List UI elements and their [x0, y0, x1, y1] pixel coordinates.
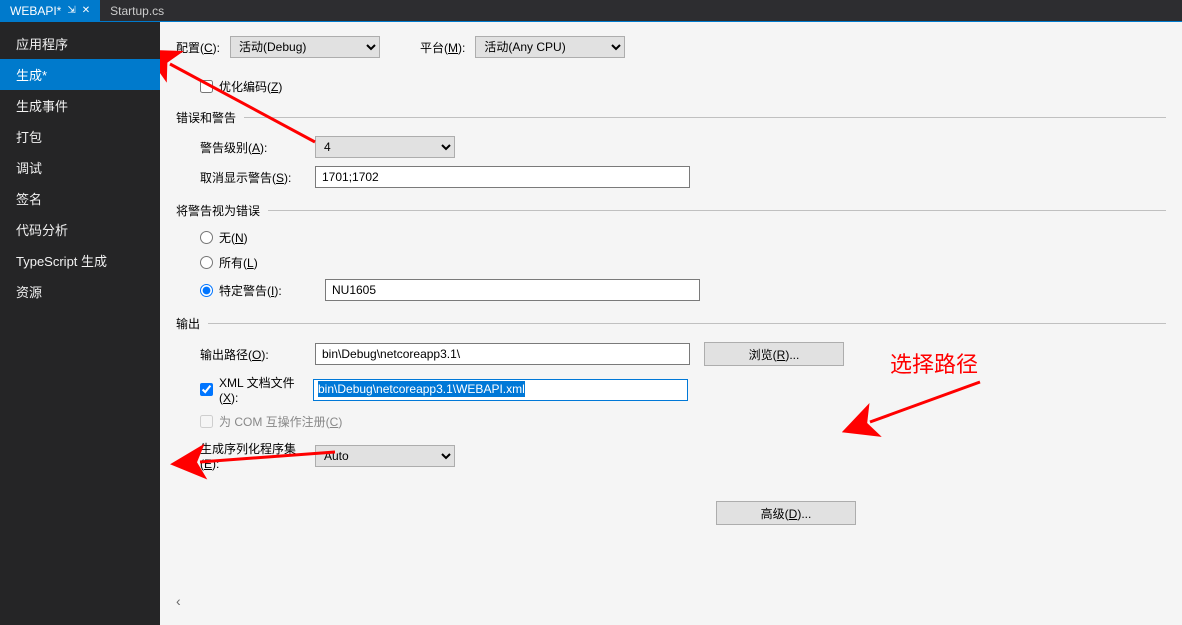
- property-nav: 应用程序 生成* 生成事件 打包 调试 签名 代码分析 TypeScript 生…: [0, 22, 160, 625]
- sidebar-item-application[interactable]: 应用程序: [0, 28, 160, 59]
- document-tabs: WEBAPI* ⇲ ✕ Startup.cs: [0, 0, 1182, 22]
- config-label: 配置(C):: [176, 39, 220, 56]
- radio-all-label: 所有(L): [219, 254, 258, 271]
- radio-all[interactable]: [200, 256, 213, 269]
- sidebar-item-label: 生成事件: [16, 99, 68, 114]
- radio-none-label: 无(N): [219, 229, 248, 246]
- sidebar-item-code-analysis[interactable]: 代码分析: [0, 214, 160, 245]
- sidebar-item-label: TypeScript 生成: [16, 254, 107, 269]
- suppress-input[interactable]: [315, 166, 690, 188]
- scroll-left-icon[interactable]: ‹: [176, 593, 181, 609]
- sidebar-item-package[interactable]: 打包: [0, 121, 160, 152]
- sidebar-item-build-events[interactable]: 生成事件: [0, 90, 160, 121]
- config-select[interactable]: 活动(Debug): [230, 36, 380, 58]
- tab-webapi[interactable]: WEBAPI* ⇲ ✕: [0, 0, 100, 21]
- platform-select[interactable]: 活动(Any CPU): [475, 36, 625, 58]
- sidebar-item-signing[interactable]: 签名: [0, 183, 160, 214]
- sidebar-item-typescript-build[interactable]: TypeScript 生成: [0, 245, 160, 276]
- outpath-label: 输出路径(O):: [200, 346, 315, 363]
- radio-none[interactable]: [200, 231, 213, 244]
- platform-label: 平台(M):: [420, 39, 465, 56]
- divider: [244, 117, 1166, 118]
- section-treat-title: 将警告视为错误: [176, 202, 260, 219]
- divider: [268, 210, 1166, 211]
- warn-level-label: 警告级别(A):: [200, 139, 315, 156]
- close-icon[interactable]: ✕: [82, 5, 90, 16]
- advanced-button[interactable]: 高级(D)...: [716, 501, 856, 525]
- sidebar-item-resources[interactable]: 资源: [0, 276, 160, 307]
- specific-warnings-input[interactable]: [325, 279, 700, 301]
- tab-label: Startup.cs: [110, 4, 164, 18]
- com-label: 为 COM 互操作注册(C): [219, 413, 342, 430]
- sidebar-item-debug[interactable]: 调试: [0, 152, 160, 183]
- tab-label: WEBAPI*: [10, 4, 61, 18]
- sidebar-item-label: 调试: [16, 161, 42, 176]
- optimize-label: 优化编码(Z): [219, 78, 282, 95]
- optimize-checkbox[interactable]: [200, 80, 213, 93]
- section-errors-title: 错误和警告: [176, 109, 236, 126]
- sidebar-item-label: 资源: [16, 285, 42, 300]
- serial-label: 生成序列化程序集(E):: [200, 440, 315, 471]
- browse-button[interactable]: 浏览(R)...: [704, 342, 844, 366]
- sidebar-item-label: 代码分析: [16, 223, 68, 238]
- xmldoc-checkbox[interactable]: [200, 383, 213, 396]
- xmldoc-input[interactable]: bin\Debug\netcoreapp3.1\WEBAPI.xml: [313, 379, 688, 401]
- section-output-title: 输出: [176, 315, 200, 332]
- suppress-label: 取消显示警告(S):: [200, 169, 315, 186]
- outpath-input[interactable]: [315, 343, 690, 365]
- sidebar-item-label: 生成*: [16, 68, 47, 83]
- xmldoc-label: XML 文档文件(X):: [219, 374, 313, 405]
- com-checkbox: [200, 415, 213, 428]
- radio-specific[interactable]: [200, 284, 213, 297]
- sidebar-item-label: 打包: [16, 130, 42, 145]
- sidebar-item-build[interactable]: 生成*: [0, 59, 160, 90]
- tab-startup[interactable]: Startup.cs: [100, 0, 174, 21]
- sidebar-item-label: 签名: [16, 192, 42, 207]
- warn-level-select[interactable]: 4: [315, 136, 455, 158]
- divider: [208, 323, 1166, 324]
- pin-icon[interactable]: ⇲: [67, 5, 75, 16]
- sidebar-item-label: 应用程序: [16, 37, 68, 52]
- serial-select[interactable]: Auto: [315, 445, 455, 467]
- property-page: 配置(C): 活动(Debug) 平台(M): 活动(Any CPU) 优化编码…: [160, 22, 1182, 625]
- radio-specific-label: 特定警告(I):: [219, 282, 319, 299]
